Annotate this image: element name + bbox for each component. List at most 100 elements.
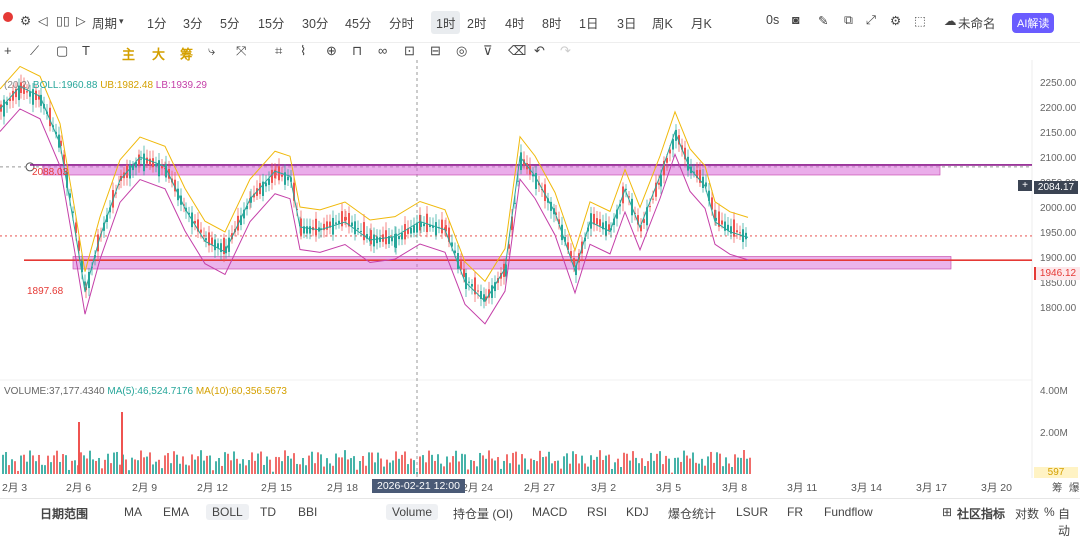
sub-indicator-7[interactable]: FR [787, 505, 803, 519]
volume-bar [116, 451, 118, 474]
undo-icon[interactable]: ↶ [534, 43, 545, 59]
main-indicator-bbi[interactable]: BBI [298, 505, 317, 519]
sub-indicator-3[interactable]: RSI [587, 505, 607, 519]
settings-icon[interactable]: ⚙ [20, 13, 31, 28]
volume-bar [590, 455, 592, 474]
volume-bar [98, 457, 100, 474]
interval-10[interactable]: 8时 [542, 13, 561, 32]
volume-bar [569, 463, 571, 474]
camera-icon[interactable]: ◙ [792, 13, 800, 27]
filter-icon[interactable]: ⊽ [483, 43, 493, 59]
interval-12[interactable]: 3日 [617, 13, 636, 32]
volume-bar [2, 454, 4, 474]
volume-ma10: MA(10):60,356.5673 [195, 386, 287, 397]
lock-icon[interactable]: ⊡ [404, 43, 415, 59]
sub-indicator-4[interactable]: KDJ [626, 505, 649, 519]
ruler-icon[interactable]: ⌇ [300, 43, 306, 59]
candle-body [649, 206, 651, 208]
price-chart[interactable] [0, 60, 1080, 478]
cloud-icon[interactable]: ☁ [944, 13, 957, 28]
time-tick: 2月 6 [66, 482, 92, 494]
percent-scale-toggle[interactable]: % [1044, 505, 1055, 519]
volume-bar [137, 460, 139, 474]
sub-indicator-1[interactable]: 持仓量 (OI) [453, 505, 513, 522]
rectangle-icon[interactable]: ▢ [56, 43, 68, 59]
volume-bar [44, 465, 46, 474]
fullscreen-icon[interactable]: ⬚ [914, 13, 926, 28]
sub-indicator-5[interactable]: 爆仓统计 [668, 505, 716, 522]
candle-body [605, 221, 607, 236]
redo-icon[interactable]: ↷ [560, 43, 571, 59]
delete-icon[interactable]: ⌫ [508, 43, 526, 59]
alert-icon[interactable]: ⊟ [430, 43, 441, 59]
date-range-button[interactable]: 日期范围 [40, 505, 88, 522]
gear-icon[interactable]: ⚙ [890, 13, 901, 28]
interval-11[interactable]: 1日 [579, 13, 598, 32]
fib-icon[interactable]: ⌗ [275, 43, 282, 59]
interval-7[interactable]: 1时 [431, 11, 461, 34]
expand-icon[interactable]: ⤢ [866, 13, 876, 28]
trend-line-icon[interactable]: ⟋ [30, 43, 39, 59]
app-logo-icon [3, 12, 13, 22]
time-tick: 2月 3 [2, 482, 28, 494]
volume-bar [416, 471, 418, 474]
step-forward-icon[interactable]: ▷ [76, 13, 86, 28]
layout-name[interactable]: 未命名 [958, 13, 996, 32]
interval-0[interactable]: 1分 [147, 13, 166, 32]
candle-body [404, 223, 406, 240]
step-back-icon[interactable]: ◁ [38, 13, 48, 28]
volume-bar [413, 460, 415, 474]
main-indicator-boll[interactable]: BOLL [206, 504, 249, 520]
interval-9[interactable]: 4时 [505, 13, 524, 32]
volume-bar [290, 458, 292, 474]
main-indicator-ma[interactable]: MA [124, 505, 142, 519]
candle-body [345, 217, 347, 221]
sub-indicator-6[interactable]: LSUR [736, 505, 768, 519]
sub-indicator-2[interactable]: MACD [532, 505, 567, 519]
auto-scale-toggle[interactable]: 自动 [1058, 505, 1080, 539]
volume-bar [434, 460, 436, 474]
interval-8[interactable]: 2时 [467, 13, 486, 32]
crosshair-icon[interactable]: + [4, 43, 12, 58]
volume-bar [410, 458, 412, 474]
community-indicators-button[interactable]: 社区指标 [957, 505, 1005, 522]
refresh-rate[interactable]: 0s [766, 13, 779, 27]
ai-analysis-button[interactable]: AI解读 [1012, 13, 1055, 33]
log-scale-toggle[interactable]: 对数 [1015, 505, 1039, 522]
period-dropdown[interactable]: 周期 [92, 13, 117, 32]
magnet-icon[interactable]: ⊓ [352, 43, 362, 59]
volume-bar [107, 453, 109, 474]
add-alert-icon[interactable]: + [1018, 180, 1032, 191]
interval-14[interactable]: 月K [691, 13, 712, 32]
interval-1[interactable]: 3分 [183, 13, 202, 32]
compare-icon[interactable]: ⤧ [236, 43, 246, 59]
interval-6[interactable]: 分时 [389, 13, 414, 32]
interval-5[interactable]: 45分 [345, 13, 371, 32]
volume-bar [533, 459, 535, 474]
replay-icon[interactable]: ⤷ [208, 43, 215, 59]
link-icon[interactable]: ∞ [378, 43, 387, 58]
main-indicator-ema[interactable]: EMA [163, 505, 189, 519]
interval-3[interactable]: 15分 [258, 13, 284, 32]
candle-body [599, 219, 601, 227]
volume-bar [488, 450, 490, 474]
zoom-in-icon[interactable]: ⊕ [326, 43, 337, 59]
text-icon[interactable]: T [82, 43, 90, 58]
volume-last-tag: 597 [1034, 467, 1078, 478]
pause-icon[interactable]: ▯▯ [56, 13, 70, 28]
candle-body [468, 281, 470, 283]
interval-2[interactable]: 5分 [220, 13, 239, 32]
copy-icon[interactable]: ⧉ [844, 13, 853, 28]
main-indicator-td[interactable]: TD [260, 505, 276, 519]
volume-bar [407, 464, 409, 474]
eye-icon[interactable]: ◎ [456, 43, 467, 59]
volume-bar [458, 461, 460, 474]
edit-icon[interactable]: ✎ [818, 13, 828, 28]
interval-4[interactable]: 30分 [302, 13, 328, 32]
candle-body [203, 235, 205, 237]
sub-indicator-8[interactable]: Fundflow [824, 505, 873, 519]
volume-bar [350, 458, 352, 474]
sub-indicator-0[interactable]: Volume [386, 504, 439, 520]
volume-bar [380, 458, 382, 474]
interval-13[interactable]: 周K [652, 13, 673, 32]
